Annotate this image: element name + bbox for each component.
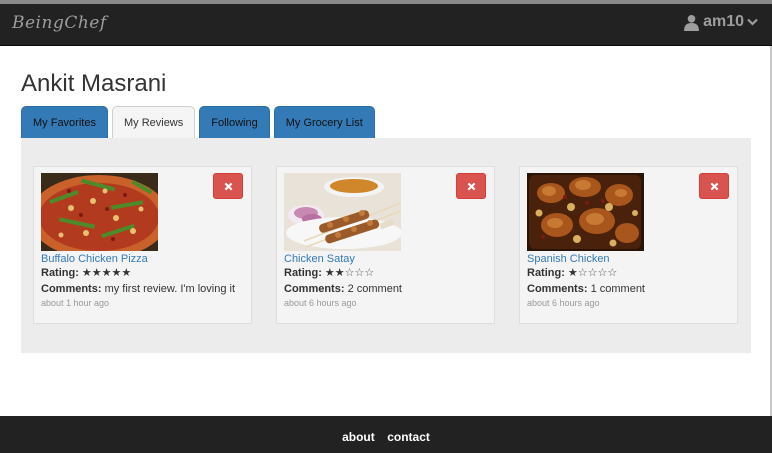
star-empty-icon: ☆ [577,266,588,279]
comments-label: Comments: [527,283,588,295]
close-icon [224,182,232,191]
tab-my-reviews[interactable]: My Reviews [111,106,196,139]
tab-my-grocery-list[interactable]: My Grocery List [273,106,375,138]
review-card: Spanish Chicken Rating: ★☆☆☆☆ Comments: 1… [519,166,738,324]
footer-link-about[interactable]: about [342,430,375,444]
rating-stars: ★★☆☆☆ [325,266,374,279]
star-empty-icon: ☆ [607,266,618,279]
star-empty-icon: ☆ [597,266,608,279]
review-timestamp: about 6 hours ago [284,298,357,308]
user-icon [683,14,700,31]
chevron-down-icon [747,18,758,26]
rating-stars: ★★★★★ [82,266,131,279]
user-menu[interactable]: am10 [683,13,758,31]
comments-label: Comments: [41,283,102,295]
star-filled-icon: ★ [101,266,112,279]
comments-text: my first review. I'm loving it [104,283,236,295]
star-filled-icon: ★ [567,266,578,279]
star-filled-icon: ★ [324,266,335,279]
reviews-panel: Buffalo Chicken Pizza Rating: ★★★★★ Comme… [21,138,751,353]
review-recipe-link[interactable]: Buffalo Chicken Pizza [41,253,148,265]
review-rating: Rating: ★☆☆☆☆ [527,266,617,279]
rating-stars: ★☆☆☆☆ [568,266,617,279]
username-label: am10 [703,13,744,30]
star-filled-icon: ★ [121,266,132,279]
recipe-image-buffalo-chicken-pizza[interactable] [41,173,158,251]
close-icon [467,182,475,191]
rating-label: Rating: [527,267,565,279]
tab-my-favorites[interactable]: My Favorites [21,106,108,138]
star-empty-icon: ☆ [364,266,375,279]
delete-review-button[interactable] [699,173,729,199]
review-comments: Comments: my first review. I'm loving it [41,283,235,295]
close-icon [710,182,718,191]
comments-text: 1 comment [590,283,645,295]
footer: about contact [0,416,772,453]
star-filled-icon: ★ [81,266,92,279]
star-filled-icon: ★ [334,266,345,279]
recipe-image-chicken-satay[interactable] [284,173,401,251]
review-rating: Rating: ★★★★★ [41,266,131,279]
star-filled-icon: ★ [111,266,122,279]
navbar: BeingChef am10 [0,4,772,46]
rating-label: Rating: [284,267,322,279]
footer-link-contact[interactable]: contact [387,430,430,444]
review-timestamp: about 6 hours ago [527,298,600,308]
recipe-image-spanish-chicken[interactable] [527,173,644,251]
comments-label: Comments: [284,283,345,295]
review-recipe-link[interactable]: Chicken Satay [284,253,355,265]
star-filled-icon: ★ [91,266,102,279]
comments-text: 2 comment [347,283,402,295]
review-comments: Comments: 1 comment [527,283,645,295]
review-comments: Comments: 2 comment [284,283,402,295]
profile-tabs: My Favorites My Reviews Following My Gro… [21,106,379,139]
review-rating: Rating: ★★☆☆☆ [284,266,374,279]
review-card: Buffalo Chicken Pizza Rating: ★★★★★ Comme… [33,166,252,324]
star-empty-icon: ☆ [354,266,365,279]
review-recipe-link[interactable]: Spanish Chicken [527,253,610,265]
delete-review-button[interactable] [456,173,486,199]
star-empty-icon: ☆ [587,266,598,279]
delete-review-button[interactable] [213,173,243,199]
page-title: Ankit Masrani [21,70,167,97]
review-card: Chicken Satay Rating: ★★☆☆☆ Comments: 2 c… [276,166,495,324]
review-timestamp: about 1 hour ago [41,298,110,308]
tab-following[interactable]: Following [199,106,270,138]
rating-label: Rating: [41,267,79,279]
star-empty-icon: ☆ [344,266,355,279]
brand-logo[interactable]: BeingChef [12,13,107,33]
